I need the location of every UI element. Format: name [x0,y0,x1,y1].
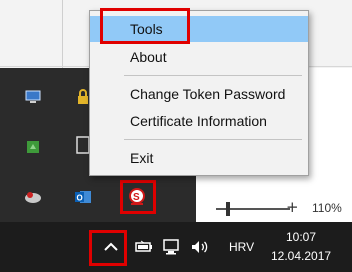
svg-text:O: O [77,194,83,203]
zoom-slider-thumb[interactable] [226,202,230,216]
clock-date[interactable]: 12.04.2017 [271,249,331,263]
menu-item-label: About [130,49,167,65]
annotation-box-token-icon [120,180,156,214]
status-bar: + 110% [196,196,352,222]
menu-item-label: Exit [130,150,154,166]
menu-item-label: Change Token Password [130,86,286,102]
annotation-box-tools [100,8,190,44]
menu-separator [124,139,302,140]
network-icon[interactable] [162,238,180,256]
battery-icon[interactable] [135,239,153,255]
window-divider [62,0,63,68]
outlook-icon[interactable]: O [74,188,92,206]
menu-item-about[interactable]: About [90,44,308,70]
volume-icon[interactable] [190,238,210,256]
green-app-icon[interactable] [24,138,42,156]
annotation-box-chevron [89,230,127,266]
wrench-icon[interactable] [24,188,42,206]
menu-separator [124,75,302,76]
taskbar: HRV 10:07 12.04.2017 [0,222,352,272]
menu-item-exit[interactable]: Exit [90,145,308,171]
language-indicator[interactable]: HRV [229,240,254,254]
menu-item-label: Certificate Information [130,113,267,129]
monitor-icon[interactable] [24,88,42,106]
menu-item-certificate-information[interactable]: Certificate Information [90,108,308,134]
zoom-in-button[interactable]: + [286,198,299,216]
menu-item-change-token-password[interactable]: Change Token Password [90,81,308,107]
zoom-level[interactable]: 110% [312,201,342,215]
clock-time[interactable]: 10:07 [286,230,316,244]
